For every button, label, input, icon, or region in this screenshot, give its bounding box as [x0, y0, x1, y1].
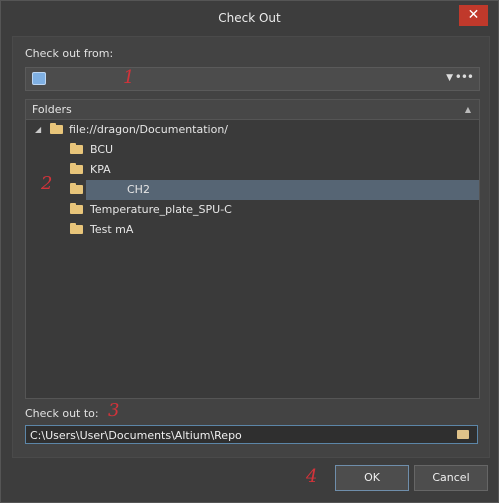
tree-item-ch2[interactable]: CH2 [26, 180, 479, 200]
sort-ascending-icon[interactable]: ▲ [465, 100, 471, 119]
repository-icon [32, 72, 46, 85]
close-button[interactable]: ✕ [459, 5, 488, 26]
collapse-triangle-icon[interactable]: ◢ [35, 120, 41, 140]
annotation-marker-4: 4 [306, 466, 318, 487]
tree-root-label: file://dragon/Documentation/ [69, 123, 229, 136]
tree-item-label: BCU [90, 143, 114, 156]
browse-folder-icon[interactable] [457, 430, 469, 439]
folders-tree[interactable]: Folders ▲ ◢ file://dragon/Documentation/… [25, 99, 480, 399]
tree-item-kpa[interactable]: KPA [26, 160, 479, 180]
folders-column-header[interactable]: Folders ▲ [26, 100, 479, 120]
folder-icon [70, 163, 83, 174]
folder-icon [70, 203, 83, 214]
cancel-button[interactable]: Cancel [414, 465, 488, 491]
tree-item-label: CH2 [127, 183, 150, 196]
tree-item-temperature-plate[interactable]: Temperature_plate_SPU-C [26, 200, 479, 220]
checkout-from-combobox[interactable]: ▼ ••• [25, 67, 480, 91]
tree-root-row[interactable]: ◢ file://dragon/Documentation/ [26, 120, 479, 140]
dialog-title: Check Out [218, 11, 281, 25]
checkout-to-path-input[interactable]: C:\Users\User\Documents\Altium\Repo [25, 425, 478, 444]
folders-header-label: Folders [32, 103, 72, 116]
title-bar: Check Out ✕ [1, 1, 498, 33]
folder-icon [70, 143, 83, 154]
tree-item-bcu[interactable]: BCU [26, 140, 479, 160]
checkout-to-label: Check out to: [25, 407, 99, 420]
annotation-marker-1: 1 [123, 67, 135, 88]
folder-icon [50, 123, 63, 134]
checkout-to-path-value: C:\Users\User\Documents\Altium\Repo [30, 429, 242, 442]
folder-icon [70, 223, 83, 234]
tree-item-test-ma[interactable]: Test mA [26, 220, 479, 240]
tree-item-label: Temperature_plate_SPU-C [90, 203, 232, 216]
tree-item-label: KPA [90, 163, 111, 176]
annotation-marker-2: 2 [41, 173, 53, 194]
dialog-content: Check out from: ▼ ••• Folders ▲ ◢ file:/… [12, 36, 490, 458]
tree-item-label: Test mA [90, 223, 134, 236]
check-out-dialog: Check Out ✕ Check out from: ▼ ••• Folder… [0, 0, 499, 503]
checkout-from-label: Check out from: [25, 47, 114, 60]
folder-icon [70, 183, 83, 194]
ok-button[interactable]: OK [335, 465, 409, 491]
annotation-marker-3: 3 [108, 400, 120, 421]
dropdown-arrow-icon[interactable]: ▼ [446, 73, 453, 83]
more-options-button[interactable]: ••• [455, 70, 474, 84]
